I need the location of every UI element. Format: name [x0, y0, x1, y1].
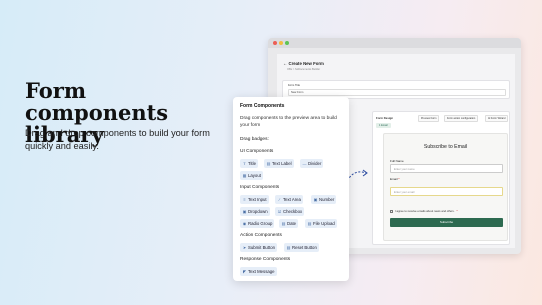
chip-radio-group[interactable]: ◉ Radio Group — [240, 219, 275, 228]
checkbox-icon: ☑ — [277, 209, 282, 214]
message-icon: ◤ — [242, 269, 247, 274]
close-dot-icon[interactable] — [273, 41, 277, 45]
tab-form-action-config[interactable]: Form action configuration — [444, 115, 479, 122]
chip-date[interactable]: ▤ Date — [279, 219, 299, 228]
form-design-card: Form Design Preview Form Form action con… — [372, 111, 510, 245]
page-header: ← Create New Form — [283, 61, 324, 66]
chip-dropdown[interactable]: ▣ Dropdown — [240, 207, 270, 216]
text-label-icon: ▤ — [266, 161, 271, 166]
arrow-left-icon[interactable]: ← — [283, 61, 287, 66]
radio-icon: ◉ — [242, 221, 247, 226]
form-preview: Subscribe to Email Full Name Enter your … — [383, 133, 508, 241]
dropdown-icon: ▣ — [242, 209, 247, 214]
panel-title: Form Components — [240, 103, 285, 109]
hero-subtitle: Drag and drop components to build your f… — [25, 128, 210, 151]
badges-label: Drag badges: — [240, 137, 269, 142]
chip-text-message[interactable]: ◤ Text Message — [240, 267, 277, 276]
chip-file-upload[interactable]: ▤ File Upload — [305, 219, 337, 228]
email-input[interactable]: Enter your email — [390, 187, 503, 196]
chip-divider[interactable]: — Divider — [300, 159, 324, 168]
email-label: Email * — [390, 177, 400, 181]
form-title-label: Form Title — [288, 84, 300, 87]
reset-icon: ▤ — [286, 245, 291, 250]
window-titlebar — [268, 38, 521, 48]
date-icon: ▤ — [281, 221, 286, 226]
chip-checkbox[interactable]: ☑ Checkbox — [275, 207, 305, 216]
chip-submit-button[interactable]: ➤ Submit Button — [240, 243, 277, 252]
section-input-components: Input Components — [240, 185, 280, 190]
tab-ai-form-wizard[interactable]: AI Form Wizard — [485, 115, 509, 122]
components-panel: Form Components Drag components to the p… — [233, 97, 349, 281]
section-ui-components: UI Components — [240, 149, 274, 154]
chip-text-area[interactable]: ∕ Text Area — [275, 195, 303, 204]
minimize-dot-icon[interactable] — [279, 41, 283, 45]
maximize-dot-icon[interactable] — [285, 41, 289, 45]
consent-required-mark: * — [456, 209, 458, 213]
email-chip[interactable]: 1 Email — [376, 123, 391, 128]
consent-label: I agree to receive emails about news and… — [395, 209, 455, 213]
breadcrumb: OBs > SoDocuments Builder — [287, 68, 321, 71]
form-design-label: Form Design — [376, 116, 394, 120]
text-area-icon: ∕ — [279, 197, 280, 202]
chip-layout[interactable]: ▦ Layout — [240, 171, 263, 180]
consent-checkbox[interactable] — [390, 209, 393, 213]
number-icon: ▣ — [313, 197, 318, 202]
form-title-input[interactable]: New Form — [288, 89, 506, 96]
layout-icon: ▦ — [242, 173, 247, 178]
upload-icon: ▤ — [307, 221, 312, 226]
chip-reset-button[interactable]: ▤ Reset Button — [284, 243, 319, 252]
divider-icon: — — [302, 161, 307, 166]
preview-title: Subscribe to Email — [423, 144, 468, 150]
panel-description: Drag components to the preview area to b… — [240, 116, 337, 128]
page-title: Create New Form — [288, 61, 324, 66]
name-label: Full Name — [390, 159, 404, 163]
chip-number[interactable]: ▣ Number — [311, 195, 337, 204]
name-input[interactable]: Enter your name — [390, 164, 503, 173]
section-response-components: Response Components — [240, 257, 291, 262]
text-input-icon: ≡ — [243, 197, 246, 202]
tab-preview-form[interactable]: Preview Form — [418, 115, 440, 122]
title-icon: T — [243, 161, 246, 166]
subscribe-button[interactable]: Subscribe — [390, 218, 503, 227]
chip-text-input[interactable]: ≡ Text Input — [240, 195, 269, 204]
section-action-components: Action Components — [240, 233, 282, 238]
chip-text-label[interactable]: ▤ Text Label — [264, 159, 294, 168]
consent-row[interactable]: I agree to receive emails about news and… — [390, 209, 458, 213]
submit-icon: ➤ — [242, 245, 247, 250]
chip-title[interactable]: T Title — [240, 159, 258, 168]
